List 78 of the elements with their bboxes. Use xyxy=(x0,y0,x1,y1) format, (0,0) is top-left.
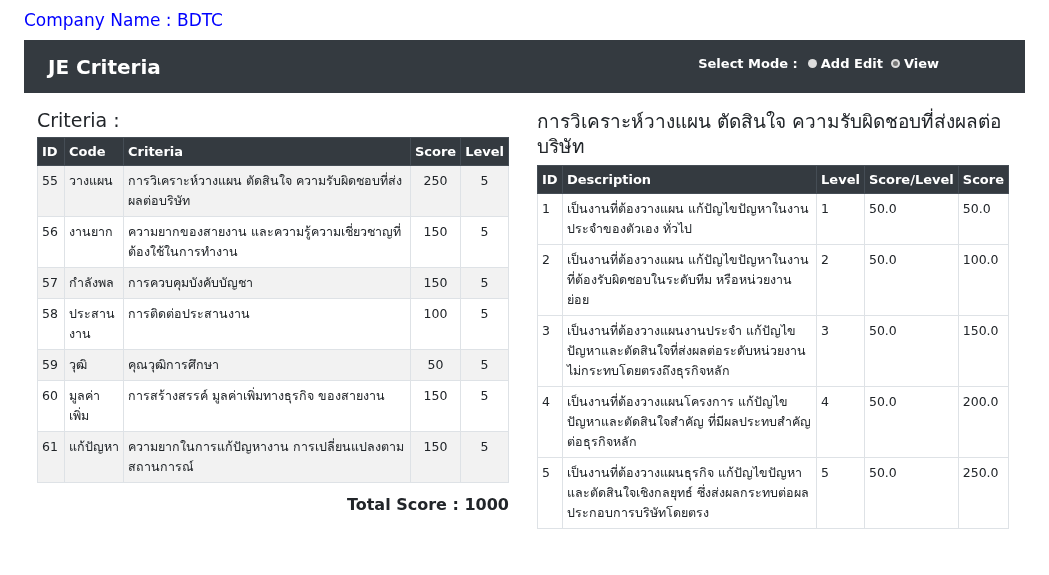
table-cell: 150 xyxy=(410,267,461,299)
table-cell: งานยาก xyxy=(64,216,124,268)
column-header: Code xyxy=(64,137,124,166)
table-cell: 57 xyxy=(37,267,65,299)
table-cell: 59 xyxy=(37,349,65,381)
page-title: JE Criteria xyxy=(48,54,161,79)
radio-label[interactable]: View xyxy=(903,56,939,71)
table-cell: ประสานงาน xyxy=(64,298,124,350)
table-cell: 55 xyxy=(37,165,65,217)
table-cell: เป็นงานที่ต้องวางแผน แก้ปัญไขปัญหาในงานที่ต้องรับผิดชอบในระดับทีม หรือหน่วยงานย่อย xyxy=(562,244,817,316)
table-cell: 1 xyxy=(816,193,865,245)
table-cell: 1 xyxy=(537,193,563,245)
table-cell: 50.0 xyxy=(864,457,959,529)
table-cell: 2 xyxy=(537,244,563,316)
table-cell: 100 xyxy=(410,298,461,350)
table-cell: 50.0 xyxy=(864,386,959,458)
company-name: Company Name : BDTC xyxy=(24,9,223,32)
column-header: Level xyxy=(460,137,509,166)
table-cell: มูลค่าเพิ่ม xyxy=(64,380,124,432)
table-cell: 5 xyxy=(460,298,509,350)
table-cell: เป็นงานที่ต้องวางแผนธุรกิจ แก้ปัญไขปัญหาและตัดสินใจเชิงกลยุทธ์ ซึ่งส่งผลกระทบต่อผลประกอบการบริษัทโดยตรง xyxy=(562,457,817,529)
table-cell: 4 xyxy=(537,386,563,458)
mode-label: Select Mode : xyxy=(698,56,798,71)
table-cell: วุฒิ xyxy=(64,349,124,381)
table-cell: 5 xyxy=(460,165,509,217)
table-cell: 150 xyxy=(410,216,461,268)
table-cell: 2 xyxy=(816,244,865,316)
column-header: ID xyxy=(37,137,65,166)
column-header: Score xyxy=(410,137,461,166)
column-header: Score/Level xyxy=(864,165,959,194)
section-title: การวิเคราะห์วางแผน ตัดสินใจ ความรับผิดชอบที่ส่งผลต่อบริษัท xyxy=(537,109,1003,159)
table-cell: เป็นงานที่ต้องวางแผนงานประจำ แก้ปัญไขปัญหาและตัดสินใจที่ส่งผลต่อระดับหน่วยงาน ไม่กระทบโดยตรงถึงธุรกิจหลัก xyxy=(562,315,817,387)
table-cell: แก้ปัญหา xyxy=(64,431,124,483)
table-cell: 250 xyxy=(410,165,461,217)
radio-label[interactable]: Add Edit xyxy=(820,56,883,71)
table-cell: 58 xyxy=(37,298,65,350)
table-cell: 50 xyxy=(410,349,461,381)
table-cell: 5 xyxy=(460,431,509,483)
column-header: ID xyxy=(537,165,563,194)
table-cell: คุณวุฒิการศึกษา xyxy=(123,349,411,381)
table-cell: 50.0 xyxy=(864,315,959,387)
table-cell: 250.0 xyxy=(958,457,1009,529)
table-cell: ความยากในการแก้ปัญหางาน การเปลี่ยนแปลงตามสถานการณ์ xyxy=(123,431,411,483)
table-cell: 5 xyxy=(460,216,509,268)
total-score: Total Score : 1000 xyxy=(346,495,509,514)
table-cell: 200.0 xyxy=(958,386,1009,458)
column-header: Level xyxy=(816,165,865,194)
radio-button[interactable] xyxy=(807,59,817,68)
table-cell: เป็นงานที่ต้องวางแผน แก้ปัญไขปัญหาในงานประจำของตัวเอง ทั่วไป xyxy=(562,193,817,245)
table-cell: การสร้างสรรค์ มูลค่าเพิ่มทางธุรกิจ ของสายงาน xyxy=(123,380,411,432)
table-cell: 50.0 xyxy=(864,193,959,245)
table-cell: 5 xyxy=(816,457,865,529)
table-cell: 150.0 xyxy=(958,315,1009,387)
table-cell: วางแผน xyxy=(64,165,124,217)
table-cell: กำลังพล xyxy=(64,267,124,299)
table-cell: การควบคุมบังคับบัญชา xyxy=(123,267,411,299)
column-header: Description xyxy=(562,165,817,194)
table-cell: ความยากของสายงาน และความรู้ความเชี่ยวชาญที่ต้องใช้ในการทำงาน xyxy=(123,216,411,268)
table-cell: 150 xyxy=(410,431,461,483)
table-cell: 5 xyxy=(537,457,563,529)
table-cell: การติดต่อประสานงาน xyxy=(123,298,411,350)
section-title: Criteria : xyxy=(37,109,121,131)
table-cell: 4 xyxy=(816,386,865,458)
table-cell: 50.0 xyxy=(958,193,1009,245)
table-cell: 50.0 xyxy=(864,244,959,316)
table-cell: 5 xyxy=(460,380,509,432)
column-header: Criteria xyxy=(123,137,411,166)
table-cell: การวิเคราะห์วางแผน ตัดสินใจ ความรับผิดชอบที่ส่งผลต่อบริษัท xyxy=(123,165,411,217)
table-cell: 56 xyxy=(37,216,65,268)
table-cell: 60 xyxy=(37,380,65,432)
column-header: Score xyxy=(958,165,1009,194)
radio-button[interactable] xyxy=(890,59,900,68)
table-cell: 3 xyxy=(537,315,563,387)
table-cell: 61 xyxy=(37,431,65,483)
table-cell: 100.0 xyxy=(958,244,1009,316)
table-cell: 3 xyxy=(816,315,865,387)
table-cell: เป็นงานที่ต้องวางแผนโครงการ แก้ปัญไขปัญหาและตัดสินใจสำคัญ ที่มีผลประทบสำคัญต่อธุรกิจหลัก xyxy=(562,386,817,458)
table-cell: 150 xyxy=(410,380,461,432)
